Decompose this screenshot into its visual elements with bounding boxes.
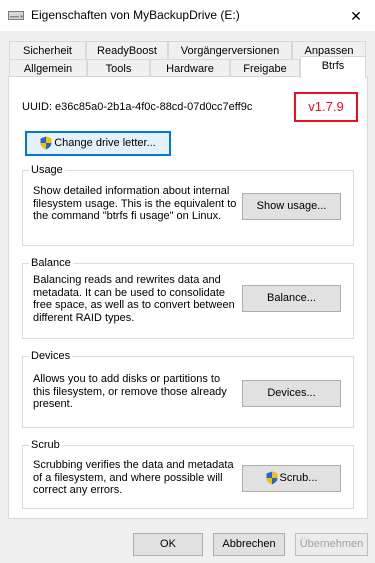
tab-sicherheit[interactable]: Sicherheit bbox=[9, 41, 86, 60]
balance-button[interactable]: Balance... bbox=[242, 285, 341, 312]
version-badge: v1.7.9 bbox=[294, 92, 358, 122]
ok-button[interactable]: OK bbox=[133, 533, 203, 556]
devices-description: Allows you to add disks or partitions to… bbox=[33, 373, 243, 411]
tab-readyboost[interactable]: ReadyBoost bbox=[86, 41, 168, 60]
balance-line: Balancing reads and rewrites data and bbox=[33, 274, 221, 286]
usage-line: filesystem usage. This is the equivalent… bbox=[33, 197, 237, 210]
balance-line: metadata. It can be used to consolidate bbox=[33, 286, 226, 299]
scrub-line: of a filesystem, and where possible will bbox=[33, 471, 223, 484]
balance-description: Balancing reads and rewrites data and me… bbox=[33, 274, 243, 324]
cancel-button[interactable]: Abbrechen bbox=[213, 533, 285, 556]
show-usage-button[interactable]: Show usage... bbox=[242, 193, 341, 220]
usage-line: the command "btrfs fi usage" on Linux. bbox=[33, 210, 222, 222]
scrub-group-title: Scrub bbox=[29, 439, 62, 452]
close-button[interactable]: ✕ bbox=[342, 4, 370, 28]
scrub-line: Scrubbing verifies the data and metadata bbox=[33, 459, 234, 471]
devices-line: present. bbox=[33, 398, 73, 410]
apply-button[interactable]: Übernehmen bbox=[295, 533, 368, 556]
change-drive-letter-button[interactable]: Change drive letter... bbox=[25, 131, 171, 156]
uac-shield-icon bbox=[266, 471, 278, 485]
balance-line: free space, as well as to convert betwee… bbox=[33, 299, 235, 311]
scrub-button[interactable]: Scrub... bbox=[242, 465, 341, 492]
devices-button[interactable]: Devices... bbox=[242, 380, 341, 407]
window-title: Eigenschaften von MyBackupDrive (E:) bbox=[31, 8, 240, 22]
usage-description: Show detailed information about internal… bbox=[33, 185, 238, 223]
usage-line: Show detailed information about internal bbox=[33, 185, 230, 197]
usage-group-title: Usage bbox=[29, 164, 65, 177]
devices-line: this filesystem, or remove those already bbox=[33, 385, 227, 398]
scrub-description: Scrubbing verifies the data and metadata… bbox=[33, 459, 243, 497]
drive-icon bbox=[8, 11, 24, 20]
balance-line: different RAID types. bbox=[33, 311, 135, 324]
devices-group-title: Devices bbox=[29, 350, 73, 363]
devices-line: Allows you to add disks or partitions to bbox=[33, 373, 221, 385]
tab-vorgaengerversionen[interactable]: Vorgängerversionen bbox=[168, 41, 292, 60]
uuid-text: UUID: e36c85a0-2b1a-4f0c-88cd-07d0cc7eff… bbox=[22, 101, 253, 113]
scrub-line: correct any errors. bbox=[33, 484, 123, 496]
balance-group-title: Balance bbox=[29, 257, 73, 270]
tab-btrfs[interactable]: Btrfs bbox=[300, 56, 366, 78]
uac-shield-icon bbox=[40, 136, 52, 150]
scrub-button-label: Scrub... bbox=[279, 472, 318, 484]
title-bar: Eigenschaften von MyBackupDrive (E:) ✕ bbox=[0, 0, 375, 32]
change-drive-letter-label: Change drive letter... bbox=[54, 137, 156, 149]
